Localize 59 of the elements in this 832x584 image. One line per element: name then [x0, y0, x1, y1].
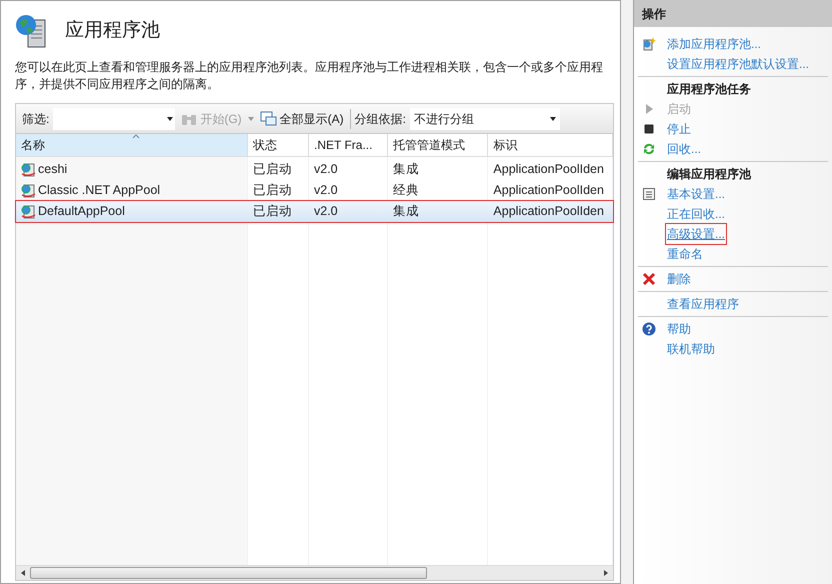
section-heading: 编辑应用程序池 — [667, 166, 751, 183]
table-cell-text: DefaultAppPool — [38, 203, 125, 220]
app-pool-icon — [21, 204, 36, 219]
stop-icon — [642, 122, 656, 136]
app-pool-icon — [21, 183, 36, 198]
action-link[interactable]: 联机帮助 — [667, 340, 715, 358]
add-pool-icon — [642, 37, 656, 51]
dropdown-caret-icon — [248, 116, 254, 122]
table-row[interactable]: ceshi 已启动 v2.0 集成 ApplicationPoolIden — [16, 159, 613, 180]
action-link[interactable]: 重命名 — [667, 245, 703, 263]
action-link[interactable]: 停止 — [667, 120, 691, 138]
table-cell-text: ceshi — [38, 161, 68, 178]
action-link[interactable]: 正在回收... — [667, 205, 726, 223]
table-cell-text: 集成 — [392, 161, 419, 178]
page-description: 您可以在此页上查看和管理服务器上的应用程序池列表。应用程序池与工作进程相关联，包含一个或多个应用程序，并提供不同应用程序之间的隔离。 — [15, 59, 604, 93]
dropdown-caret-icon — [550, 116, 556, 122]
group-by-label: 分组依据: — [354, 110, 406, 128]
action-link[interactable]: 启动 — [667, 100, 691, 118]
filter-field[interactable] — [53, 108, 176, 130]
dropdown-caret-icon — [167, 116, 174, 122]
actions-panel-header: 操作 — [634, 0, 832, 27]
action-link[interactable]: 帮助 — [667, 320, 691, 338]
table-cell-text: ApplicationPoolIden — [493, 161, 604, 178]
action-link[interactable]: 查看应用程序 — [667, 295, 739, 313]
table-row[interactable]: Classic .NET AppPool 已启动 v2.0 经典 ApplicationPoolIden — [16, 180, 613, 201]
show-all-button[interactable]: 全部显示(A) — [258, 110, 346, 128]
table-cell-text: Classic .NET AppPool — [38, 182, 160, 200]
table-cell-text: v2.0 — [314, 182, 338, 200]
filter-label: 筛选: — [22, 110, 50, 128]
scroll-right-icon — [603, 570, 609, 576]
action-link[interactable]: 高级设置... — [667, 225, 726, 243]
table-cell-text: v2.0 — [314, 161, 338, 178]
action-link[interactable]: 删除 — [667, 270, 691, 288]
table-cell-text: v2.0 — [314, 203, 338, 220]
delete-icon — [642, 272, 656, 286]
start-button[interactable]: 开始(G) — [179, 110, 244, 128]
settings-list-icon — [642, 187, 656, 201]
refresh-icon — [642, 142, 656, 156]
action-link[interactable]: 添加应用程序池... — [667, 35, 762, 53]
table-cell-text: 已启动 — [253, 203, 292, 220]
section-heading: 应用程序池任务 — [667, 81, 751, 98]
action-link[interactable]: 基本设置... — [667, 185, 726, 203]
table-cell-text: 集成 — [392, 203, 419, 220]
app-pool-icon — [21, 162, 36, 177]
action-link[interactable]: 回收... — [667, 140, 702, 158]
help-icon — [642, 322, 656, 336]
action-link[interactable]: 设置应用程序池默认设置... — [667, 55, 810, 73]
table-cell-text: ApplicationPoolIden — [493, 203, 604, 220]
page-title: 应用程序池 — [65, 18, 160, 43]
table-cell-text: 已启动 — [253, 182, 292, 200]
table-row[interactable]: DefaultAppPool 已启动 v2.0 集成 ApplicationPoolIden — [16, 201, 613, 222]
group-by-dropdown[interactable]: 不进行分组 — [410, 108, 560, 130]
horizontal-scrollbar[interactable] — [16, 565, 613, 580]
scroll-left-icon — [20, 570, 26, 576]
column-header[interactable]: 名称 — [16, 134, 248, 156]
table-cell-text: 经典 — [392, 182, 419, 200]
show-all-icon — [260, 111, 277, 126]
table-cell-text: ApplicationPoolIden — [493, 182, 604, 200]
table-cell-text: 已启动 — [253, 161, 292, 178]
